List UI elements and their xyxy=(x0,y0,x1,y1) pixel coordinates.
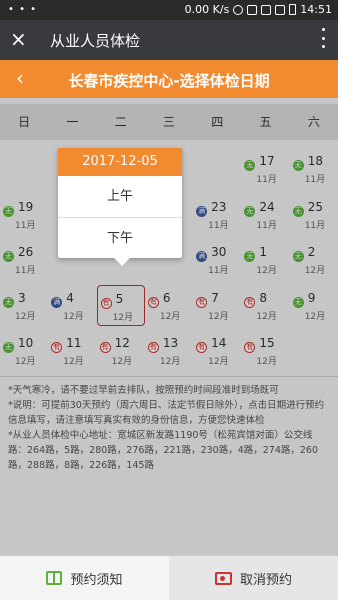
book-icon xyxy=(46,571,63,585)
wifi-icon xyxy=(261,4,272,15)
app-title: 从业人员体检 xyxy=(50,32,141,50)
alarm-icon xyxy=(233,4,244,15)
afternoon-option[interactable]: 下午 xyxy=(58,217,182,258)
close-icon[interactable]: × xyxy=(10,28,27,50)
cancel-booking-button[interactable]: 取消预约 xyxy=(169,556,338,600)
popup-pointer xyxy=(114,258,130,266)
page-title: 长春市疾控中心-选择体检日期 xyxy=(68,72,270,90)
notification-dots: • • • xyxy=(8,4,38,15)
id-card-icon xyxy=(214,571,232,585)
app-bar: × 从业人员体检 xyxy=(0,20,338,60)
morning-option[interactable]: 上午 xyxy=(58,176,182,217)
status-icons: 0.00 K/s 14:51 xyxy=(185,3,332,16)
page-header: ‹ 长春市疾控中心-选择体检日期 xyxy=(0,60,338,98)
cancel-booking-label: 取消预约 xyxy=(239,572,292,588)
status-bar: • • • 0.00 K/s 14:51 xyxy=(0,0,338,20)
booking-guide-label: 预约须知 xyxy=(70,572,123,588)
time-slot-popup: 2017-12-05 上午 下午 xyxy=(58,148,182,266)
booking-guide-button[interactable]: 预约须知 xyxy=(0,556,169,600)
battery-icon xyxy=(289,4,297,15)
signal-icon xyxy=(275,4,286,15)
popup-date: 2017-12-05 xyxy=(58,148,182,176)
clock: 14:51 xyxy=(300,3,332,16)
bottom-bar: 预约须知 取消预约 xyxy=(0,555,338,600)
vibrate-icon xyxy=(247,4,258,15)
network-speed: 0.00 K/s xyxy=(184,3,230,16)
more-icon[interactable] xyxy=(318,28,328,48)
